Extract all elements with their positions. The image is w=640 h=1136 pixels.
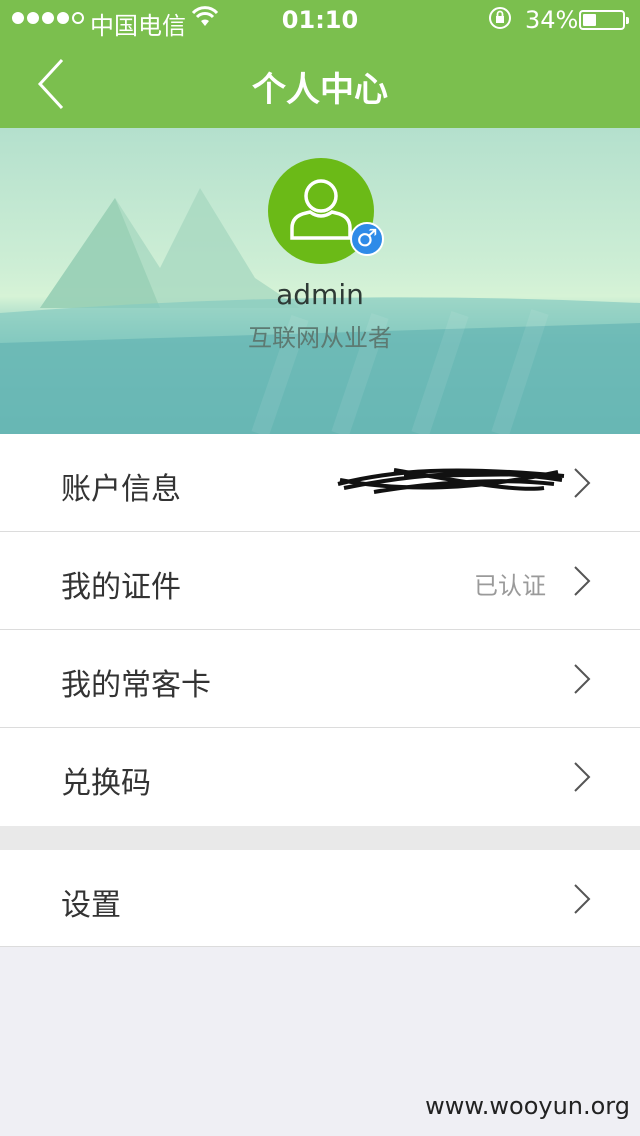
menu-item-label: 我的证件	[61, 570, 181, 605]
user-silhouette-icon	[290, 179, 352, 240]
chevron-right-icon	[574, 884, 591, 914]
redaction-scribble	[337, 468, 565, 494]
menu-item-account-info[interactable]: 账户信息	[0, 434, 640, 532]
chevron-right-icon	[574, 566, 591, 596]
section-divider	[0, 826, 640, 850]
menu-item-label: 我的常客卡	[61, 668, 211, 703]
menu-item-settings[interactable]: 设置	[0, 850, 640, 947]
menu-item-my-documents[interactable]: 我的证件 已认证	[0, 532, 640, 630]
battery-icon	[579, 10, 629, 30]
top-bar: 中国电信 01:10 34% 个人中心	[0, 0, 640, 128]
menu-item-label: 设置	[61, 888, 121, 923]
user-profession: 互联网从业者	[248, 324, 392, 352]
username: admin	[276, 278, 364, 311]
menu-item-redeem-code[interactable]: 兑换码	[0, 728, 640, 826]
chevron-right-icon	[574, 664, 591, 694]
battery-percent: 34%	[525, 6, 579, 34]
rotation-lock-icon	[488, 6, 512, 36]
settings-list: 设置	[0, 850, 640, 947]
male-gender-icon: ♂	[350, 222, 384, 256]
chevron-right-icon	[574, 468, 591, 498]
status-bar: 中国电信 01:10 34%	[0, 0, 640, 40]
profile-header: ♂ admin 互联网从业者	[0, 128, 640, 434]
menu-item-label: 账户信息	[61, 472, 181, 507]
watermark: www.wooyun.org	[425, 1092, 630, 1120]
chevron-right-icon	[574, 762, 591, 792]
verified-status: 已认证	[474, 572, 546, 600]
menu-list: 账户信息 我的证件 已认证 我的常客卡 兑换码	[0, 434, 640, 826]
page-title: 个人中心	[252, 70, 388, 110]
menu-item-frequent-flyer-card[interactable]: 我的常客卡	[0, 630, 640, 728]
menu-item-label: 兑换码	[61, 766, 151, 801]
